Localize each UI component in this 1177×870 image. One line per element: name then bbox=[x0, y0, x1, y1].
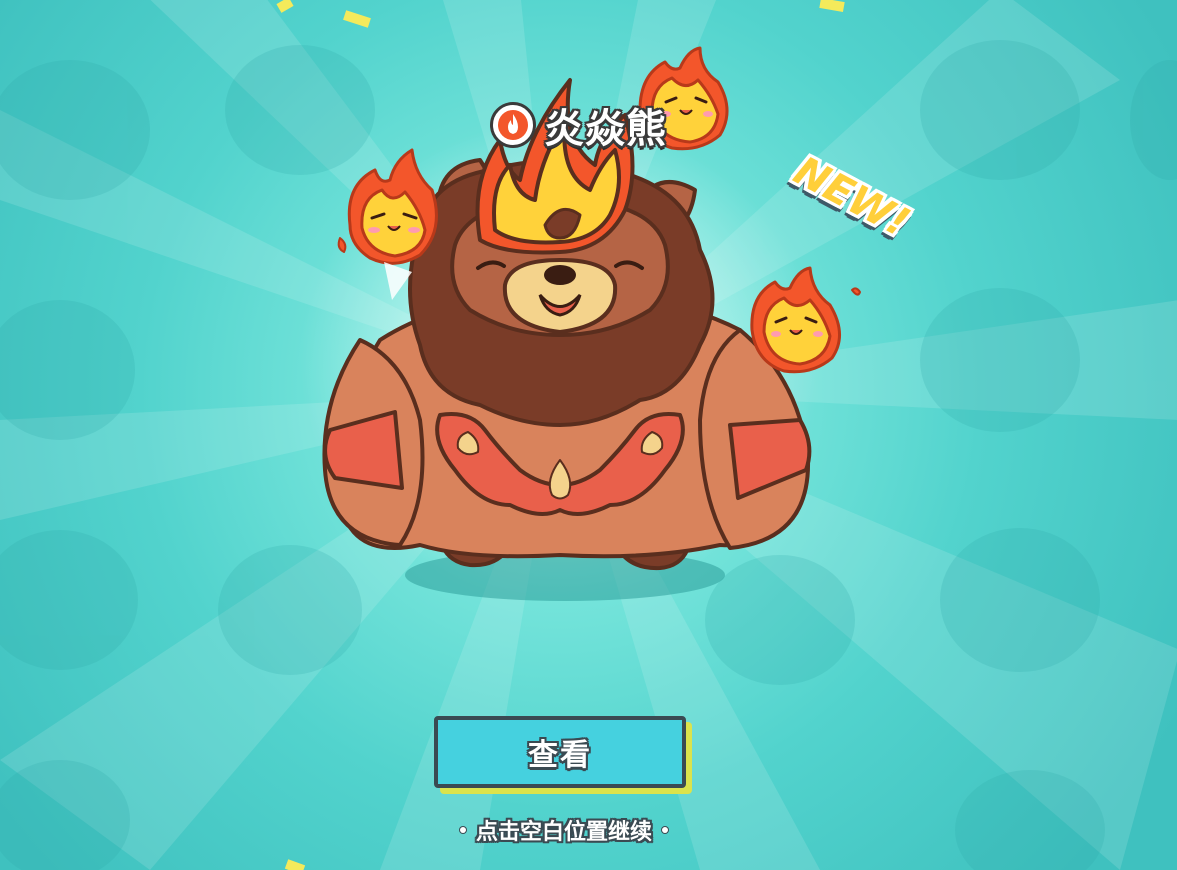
pet-name: 炎焱熊 bbox=[544, 106, 667, 152]
view-button[interactable]: 查看 bbox=[434, 716, 686, 788]
view-button-label: 查看 bbox=[528, 738, 592, 773]
continue-hint-text: 点击空白位置继续 bbox=[475, 820, 652, 845]
hint-dot-left bbox=[459, 827, 466, 833]
pet-name-label: 炎焱熊 bbox=[490, 100, 667, 152]
reveal-screen[interactable]: 炎焱熊 NEW! 查看 点击空白位置继续 bbox=[0, 0, 1177, 870]
hint-dot-right bbox=[662, 827, 668, 833]
fire-icon bbox=[490, 102, 536, 148]
continue-hint: 点击空白位置继续 bbox=[0, 814, 1128, 846]
